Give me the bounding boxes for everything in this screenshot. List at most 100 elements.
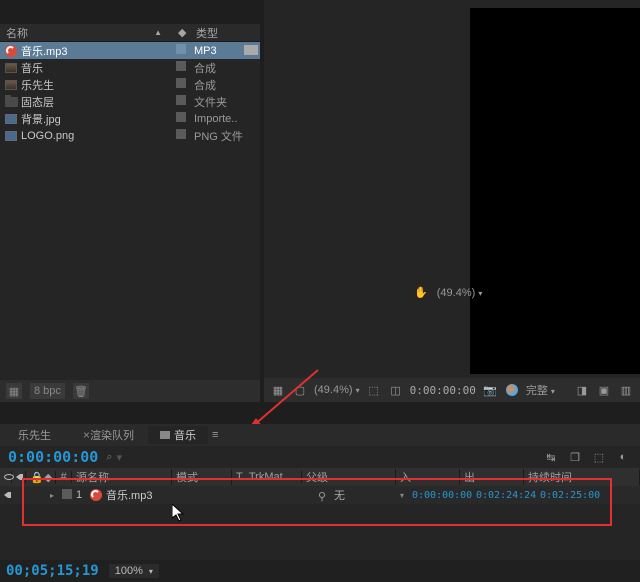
project-item-type: 文件夹	[194, 94, 244, 110]
project-item-type: Importe..	[194, 113, 244, 125]
project-item[interactable]: 乐先生合成	[0, 76, 260, 93]
layer-duration[interactable]: 0:02:25:00	[536, 490, 640, 501]
color-depth-button[interactable]: 8 bpc	[30, 383, 65, 399]
close-icon[interactable]: ×	[83, 428, 90, 442]
img-icon	[4, 130, 18, 142]
status-timecode[interactable]: 00;05;15;19	[6, 563, 99, 579]
project-item-type: 合成	[194, 77, 244, 93]
layer-index: 1	[72, 489, 86, 501]
layer-twirl[interactable]: ▸	[46, 491, 58, 500]
layer-source-name[interactable]: 音乐.mp3	[86, 487, 184, 503]
project-item-name: 固态层	[21, 94, 176, 110]
project-item[interactable]: 背景.jpg Importe..	[0, 110, 260, 127]
project-item[interactable]: 音乐合成	[0, 59, 260, 76]
camera-icon: 📷	[483, 384, 497, 397]
trash-button[interactable]: 🗑	[73, 383, 89, 399]
panel-menu-button[interactable]: ≡	[212, 429, 218, 441]
project-item-type: 合成	[194, 60, 244, 76]
project-item-name: 背景.jpg	[21, 111, 176, 127]
speaker-icon	[16, 474, 20, 480]
pixel-aspect-icon[interactable]: ▥	[618, 383, 634, 397]
timeline-tab[interactable]: ×渲染队列	[65, 426, 146, 444]
switches-button[interactable]: ◐	[614, 449, 632, 465]
snapshot-button[interactable]: 📷	[482, 383, 498, 397]
eye-column[interactable]	[0, 471, 12, 483]
view-options-icon[interactable]: ▣	[596, 383, 612, 397]
lock-column[interactable]: 🔒	[26, 471, 40, 484]
speaker-column[interactable]	[12, 471, 26, 483]
trkmat-column[interactable]: T TrkMat	[232, 471, 302, 483]
project-item-label[interactable]	[176, 61, 194, 74]
project-item-label[interactable]	[176, 95, 194, 108]
project-item-label[interactable]	[176, 112, 194, 125]
pickwhip-icon[interactable]: ⚲	[318, 490, 330, 500]
tab-label: 音乐	[174, 427, 196, 443]
timeline-tab[interactable]: 音乐	[148, 426, 208, 444]
hand-icon: ✋	[414, 287, 428, 299]
parent-column[interactable]: 父级	[302, 469, 396, 485]
project-item-label[interactable]	[176, 44, 194, 57]
viewer-zoom-overlay: ✋ (49.4%) ▾	[414, 286, 482, 299]
project-item-name: LOGO.png	[21, 130, 176, 142]
mp3-icon	[4, 45, 18, 57]
project-panel: 名称 ▲ ◆ 类型 音乐.mp3MP3音乐合成乐先生合成固态层文件夹背景.jpg…	[0, 24, 260, 402]
timeline-column-headers: 🔒 ◆ # 源名称 模式 T TrkMat 父级 入 出 持续时间	[0, 468, 640, 486]
viewer-resolution-select[interactable]: 完整 ▾	[526, 382, 555, 398]
column-name-header[interactable]: 名称 ▲	[0, 25, 172, 41]
comp-icon	[160, 431, 170, 439]
tab-label: 乐先生	[18, 427, 51, 443]
timeline-tab[interactable]: 乐先生	[6, 426, 63, 444]
timeline-current-time[interactable]: 0:00:00:00	[8, 448, 98, 466]
region-button[interactable]: ◫	[388, 383, 404, 397]
project-footer: ▦ 8 bpc 🗑	[0, 380, 260, 402]
img-icon	[4, 113, 18, 125]
layer-out[interactable]: 0:02:24:24	[472, 490, 536, 501]
comp-icon	[4, 62, 18, 74]
column-tag-header[interactable]: ◆	[172, 26, 190, 39]
view-layout-icon[interactable]: ◨	[574, 383, 590, 397]
project-item[interactable]: LOGO.pngPNG 文件	[0, 127, 260, 144]
layer-in[interactable]: 0:00:00:00	[408, 490, 472, 501]
timeline-search[interactable]: ⌕ ▾	[106, 451, 534, 464]
viewer-timecode[interactable]: 0:00:00:00	[410, 384, 476, 397]
project-item-label[interactable]	[176, 129, 194, 142]
search-icon: ⌕	[106, 451, 112, 464]
folder-icon	[4, 96, 18, 108]
project-item[interactable]: 固态层 文件夹	[0, 93, 260, 110]
sort-icon: ▲	[154, 28, 162, 37]
source-column[interactable]: 源名称	[72, 469, 172, 485]
layer-label[interactable]	[58, 489, 72, 502]
viewer-canvas[interactable]	[470, 8, 640, 374]
viewer-toolbar: ▦ ▢ (49.4%) ▾ ⬚ ◫ 0:00:00:00 📷 完整 ▾ ◨ ▣ …	[264, 378, 640, 402]
grid-icon[interactable]: ▦	[270, 383, 286, 397]
interpret-footage-button[interactable]: ▦	[6, 383, 22, 399]
mp3-icon	[90, 489, 102, 501]
viewer-zoom-select[interactable]: (49.4%) ▾	[314, 384, 360, 396]
duration-column[interactable]: 持续时间	[524, 469, 640, 485]
timeline-tabs: 乐先生 ×渲染队列 音乐 ≡	[0, 424, 640, 446]
in-column[interactable]: 入	[396, 469, 460, 485]
project-item-label[interactable]	[176, 78, 194, 91]
index-column[interactable]: #	[56, 471, 72, 483]
mode-column[interactable]: 模式	[172, 469, 232, 485]
mask-toggle-icon[interactable]: ▢	[292, 383, 308, 397]
timeline-panel: 乐先生 ×渲染队列 音乐 ≡ 0:00:00:00 ⌕ ▾ ↹ ❒ ⬚ ◐ 🔒 ◆ #…	[0, 424, 640, 582]
project-item[interactable]: 音乐.mp3MP3	[0, 42, 260, 59]
channel-button[interactable]	[504, 383, 520, 397]
viewer-panel: ✋ (49.4%) ▾ ▦ ▢ (49.4%) ▾ ⬚ ◫ 0:00:00:00…	[264, 0, 640, 402]
status-bar: 00;05;15;19 100%▾	[0, 560, 640, 582]
column-type-header[interactable]: 类型	[190, 25, 260, 41]
timeline-head: 0:00:00:00 ⌕ ▾ ↹ ❒ ⬚ ◐	[0, 446, 640, 468]
label-column[interactable]: ◆	[40, 471, 56, 484]
status-zoom-select[interactable]: 100%▾	[109, 564, 159, 578]
layer-parent[interactable]: ⚲无▾	[314, 487, 408, 503]
draft-3d-button[interactable]: ❒	[566, 449, 584, 465]
layer-audio-toggle[interactable]	[0, 489, 14, 501]
project-item-type: MP3	[194, 45, 244, 57]
transparency-grid-icon[interactable]: ⬚	[366, 383, 382, 397]
shy-button[interactable]: ⬚	[590, 449, 608, 465]
out-column[interactable]: 出	[460, 469, 524, 485]
timeline-layer-row[interactable]: ▸ 1音乐.mp3 ⚲无▾0:00:00:000:02:24:240:02:25:0…	[0, 486, 640, 504]
flowchart-icon[interactable]	[244, 45, 258, 55]
comp-flowchart-button[interactable]: ↹	[542, 449, 560, 465]
